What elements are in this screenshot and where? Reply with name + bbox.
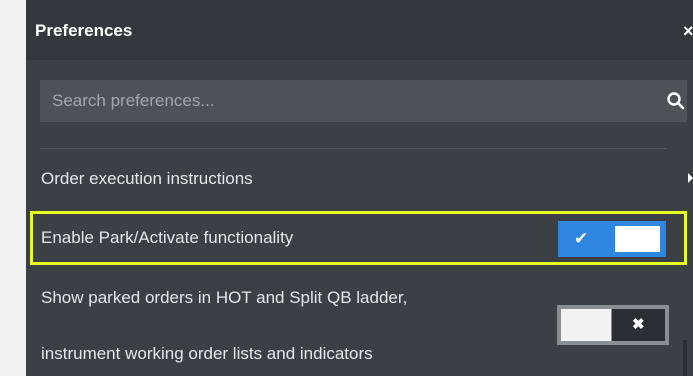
scrollbar[interactable] [683,340,687,376]
toggle-thumb [561,309,611,341]
check-icon: ✔ [574,229,589,248]
show-parked-orders-toggle[interactable]: ✖ [557,305,669,345]
divider [40,148,667,149]
show-parked-orders-label-line2: instrument working order lists and indic… [41,344,373,363]
close-icon[interactable]: × [683,20,693,42]
order-execution-instructions-item[interactable]: Order execution instructions [41,168,253,190]
chevron-right-icon[interactable] [688,173,693,183]
panel-header: Preferences × [26,0,693,60]
show-parked-orders-label-line1: Show parked orders in HOT and Split QB l… [41,288,408,307]
search-placeholder: Search preferences... [52,91,215,110]
toggle-track: ✖ [612,309,665,341]
x-icon: ✖ [632,316,645,333]
toggle-thumb [615,226,660,252]
enable-park-activate-label: Enable Park/Activate functionality [41,228,294,247]
preferences-panel: Preferences × Search preferences... Orde… [26,0,693,376]
search-input[interactable]: Search preferences... [40,80,687,122]
panel-title: Preferences [35,21,133,40]
search-icon[interactable] [666,91,686,111]
enable-park-activate-toggle[interactable]: ✔ [558,221,666,257]
